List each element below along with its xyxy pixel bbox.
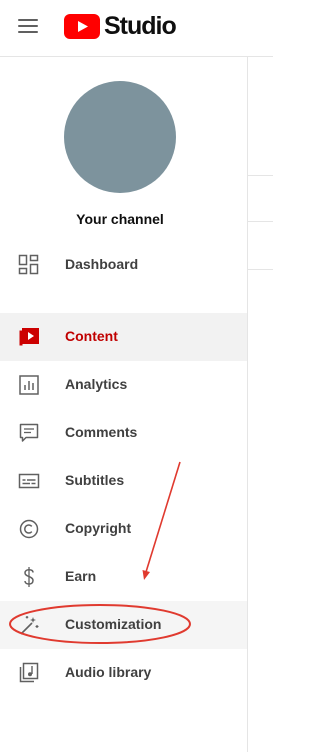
- audio-library-icon: [19, 662, 39, 683]
- sidebar-item-dashboard[interactable]: Dashboard: [0, 241, 247, 289]
- logo-text: Studio: [104, 11, 177, 40]
- top-bar: Studio: [0, 0, 273, 57]
- sidebar-item-label: Analytics: [65, 376, 128, 392]
- sidebar-item-earn[interactable]: Earn: [0, 553, 247, 601]
- divider: [248, 175, 273, 176]
- sidebar-item-label: Dashboard: [65, 256, 139, 272]
- sidebar-item-content[interactable]: Content: [0, 313, 247, 361]
- sidebar-item-audio-library[interactable]: Audio library: [0, 649, 247, 697]
- sidebar-item-subtitles[interactable]: Subtitles: [0, 457, 247, 505]
- sidebar-item-comments[interactable]: Comments: [0, 409, 247, 457]
- sidebar-item-label: Comments: [65, 424, 138, 440]
- sidebar-item-label: Earn: [65, 568, 97, 584]
- sidebar-item-label: Subtitles: [65, 472, 125, 488]
- youtube-logo-icon: [64, 13, 100, 39]
- sidebar-item-customization[interactable]: Customization: [0, 601, 247, 649]
- divider: [248, 221, 273, 222]
- menu-icon[interactable]: [18, 15, 40, 39]
- earn-icon: [24, 567, 34, 587]
- sidebar: Your channel Dashboard Content Analytics: [0, 57, 248, 752]
- dashboard-icon: [18, 254, 39, 275]
- content-icon: [19, 328, 39, 346]
- sidebar-item-copyright[interactable]: Copyright: [0, 505, 247, 553]
- main-content-edge: [248, 57, 273, 752]
- avatar[interactable]: [64, 81, 176, 193]
- divider: [248, 269, 273, 270]
- sidebar-item-analytics[interactable]: Analytics: [0, 361, 247, 409]
- sidebar-item-label: Content: [65, 328, 118, 344]
- analytics-icon: [19, 375, 39, 395]
- comments-icon: [19, 423, 39, 442]
- channel-label: Your channel: [76, 211, 164, 227]
- copyright-icon: [19, 519, 39, 539]
- subtitles-icon: [18, 473, 40, 489]
- studio-logo[interactable]: Studio: [64, 11, 177, 40]
- sidebar-item-label: Copyright: [65, 520, 132, 536]
- magic-wand-icon: [20, 616, 39, 635]
- sidebar-item-label: Audio library: [65, 664, 152, 680]
- sidebar-item-label: Customization: [65, 616, 162, 632]
